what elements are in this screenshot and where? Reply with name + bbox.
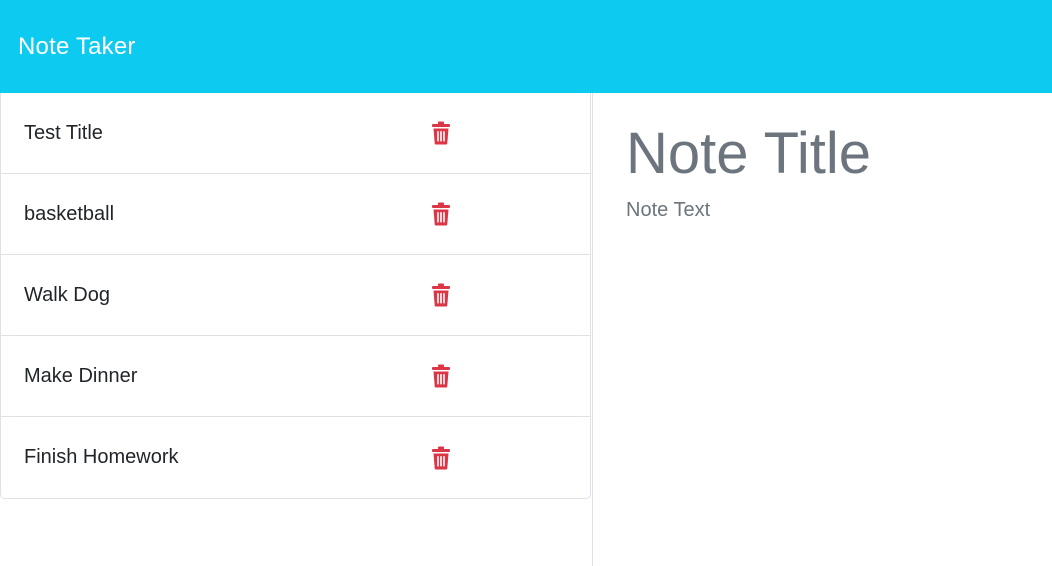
list-item[interactable]: Walk Dog <box>1 255 590 336</box>
note-title: Finish Homework <box>24 446 179 468</box>
note-title: basketball <box>24 202 115 225</box>
note-title: Make Dinner <box>24 364 138 387</box>
trash-icon[interactable] <box>431 283 451 307</box>
note-title-input[interactable] <box>626 119 1036 189</box>
trash-icon[interactable] <box>431 202 451 226</box>
navbar: Note Taker <box>0 0 1052 93</box>
list-item[interactable]: basketball <box>1 174 590 255</box>
notes-panel: Test Title basketball Walk Dog Make Dinn… <box>0 93 593 566</box>
trash-icon[interactable] <box>431 121 451 145</box>
trash-icon[interactable] <box>431 446 451 470</box>
brand-link[interactable]: Note Taker <box>18 33 136 61</box>
list-item[interactable]: Test Title <box>1 93 590 174</box>
note-title: Test Title <box>24 121 103 144</box>
trash-icon[interactable] <box>431 364 451 388</box>
list-item[interactable]: Finish Homework <box>1 417 590 498</box>
list-item[interactable]: Make Dinner <box>1 336 590 417</box>
note-title: Walk Dog <box>24 283 110 306</box>
note-text-input[interactable] <box>626 199 1036 499</box>
note-list: Test Title basketball Walk Dog Make Dinn… <box>0 93 591 499</box>
note-editor <box>594 93 1052 566</box>
